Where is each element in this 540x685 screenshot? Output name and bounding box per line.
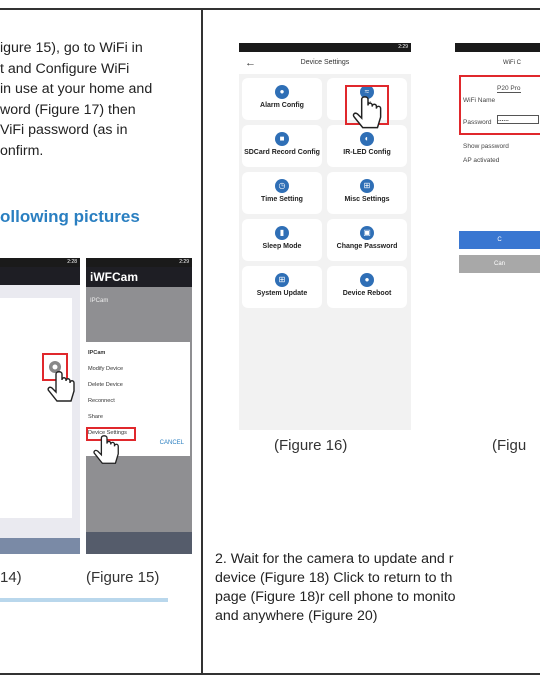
grid-icon: ⊞	[360, 179, 374, 193]
tile-system-update[interactable]: ⊞ System Update	[242, 266, 322, 308]
step-one-line: word (Figure 17) then	[0, 101, 136, 118]
step-one-line: t and Configure WiFi	[0, 60, 130, 77]
tile-change-password[interactable]: ▣ Change Password	[327, 219, 407, 261]
tile-label: Time Setting	[261, 196, 303, 203]
status-bar: 2:28	[0, 258, 80, 267]
hand-pointer-icon	[47, 371, 75, 402]
column-divider	[201, 8, 203, 675]
sdcard-icon: ■	[275, 132, 289, 146]
app-title: iWFCam	[86, 267, 192, 287]
cancel-button[interactable]: CANCEL	[160, 440, 184, 446]
tile-misc-settings[interactable]: ⊞ Misc Settings	[327, 172, 407, 214]
step-two-line: device (Figure 18) Click to return to th	[215, 570, 453, 586]
back-arrow-icon[interactable]: ←	[245, 52, 256, 74]
menu-item-share[interactable]: Share	[88, 414, 103, 420]
step-two-line: page (Figure 18)r cell phone to monito	[215, 589, 456, 605]
bottom-rule	[0, 673, 540, 675]
figure-17-caption: (Figu	[492, 437, 527, 454]
bottom-nav	[86, 532, 192, 554]
hand-pointer-icon	[93, 435, 119, 464]
update-icon: ⊞	[275, 273, 289, 287]
wifi-form-highlight	[459, 75, 540, 135]
tile-label: Misc Settings	[344, 196, 390, 203]
step-one-line: onfirm.	[0, 142, 44, 159]
ap-activated-label: AP activated	[463, 157, 500, 164]
tile-label: System Update	[256, 290, 308, 297]
menu-item-modify[interactable]: Modify Device	[88, 366, 123, 372]
wifi-config-title: WiFi C	[455, 52, 540, 74]
status-bar: 2:29	[86, 258, 192, 267]
tile-time-setting[interactable]: ◷ Time Setting	[242, 172, 322, 214]
clock-icon: ◷	[275, 179, 289, 193]
step-one-text: igure 15), go to WiFi in t and Configure…	[0, 38, 200, 161]
bottom-nav	[0, 538, 80, 554]
reboot-icon: ●	[360, 273, 374, 287]
status-time: 2:29	[398, 44, 408, 50]
menu-item-delete[interactable]: Delete Device	[88, 382, 123, 388]
figure-14-caption: 14)	[0, 569, 22, 586]
figure-14-phone: 2:28	[0, 258, 80, 554]
figure-16-caption: (Figure 16)	[274, 437, 348, 454]
figure-17-phone: WiFi C WiFi Name P20 Pro Password ......…	[455, 43, 540, 430]
step-one-line: ViFi password (as in	[0, 122, 128, 138]
battery-icon: ▮	[275, 226, 289, 240]
tile-sleep-mode[interactable]: ▮ Sleep Mode	[242, 219, 322, 261]
settings-header: ← Device Settings	[239, 52, 411, 74]
bell-icon: ●	[275, 85, 289, 99]
tile-label: SDCard Record Config	[244, 149, 320, 156]
figure-15-phone: 2:29 iWFCam IPCam IPCam Modify Device De…	[86, 258, 192, 554]
app-header	[0, 267, 80, 285]
status-bar: 2:29	[239, 43, 411, 52]
tile-sdcard-record-config[interactable]: ■ SDCard Record Config	[242, 125, 322, 167]
tile-label: IR-LED Config	[343, 149, 391, 156]
lock-icon: ▣	[360, 226, 374, 240]
blue-rule	[0, 598, 168, 602]
menu-item-reconnect[interactable]: Reconnect	[88, 398, 115, 404]
cancel-button[interactable]: Can	[459, 255, 540, 273]
step-two-line: 2. Wait for the camera to update and r	[215, 551, 454, 567]
show-password-label[interactable]: Show password	[463, 143, 509, 150]
tile-device-reboot[interactable]: ● Device Reboot	[327, 266, 407, 308]
device-name: IPCam	[90, 298, 109, 304]
settings-title: Device Settings	[300, 59, 350, 66]
status-bar	[455, 43, 540, 52]
menu-title: IPCam	[88, 350, 106, 356]
figure-15-caption: (Figure 15)	[86, 569, 160, 586]
step-two-text: 2. Wait for the camera to update and r d…	[215, 550, 540, 626]
camera-card	[0, 298, 72, 518]
step-one-line: in use at your home and	[0, 81, 153, 97]
status-time: 2:28	[67, 259, 77, 265]
tile-label: Device Reboot	[342, 290, 392, 297]
confirm-button[interactable]: C	[459, 231, 540, 249]
top-rule	[0, 8, 540, 10]
hand-pointer-icon	[352, 96, 382, 129]
tile-alarm-config[interactable]: ● Alarm Config	[242, 78, 322, 120]
tile-label: Change Password	[336, 243, 398, 250]
step-two-line: and anywhere (Figure 20)	[215, 608, 378, 624]
tile-label: Sleep Mode	[262, 243, 302, 250]
figure-16-phone: 2:29 ← Device Settings ●Alarm Config ≈Wi…	[239, 43, 411, 430]
status-time: 2:29	[179, 259, 189, 265]
tile-label: Alarm Config	[260, 102, 304, 109]
step-one-line: igure 15), go to WiFi in	[0, 40, 143, 56]
section-heading: ollowing pictures	[0, 207, 140, 226]
